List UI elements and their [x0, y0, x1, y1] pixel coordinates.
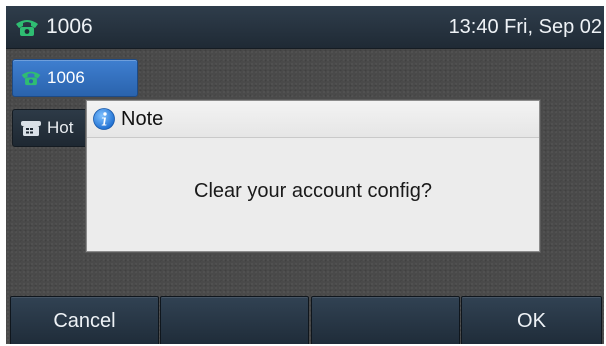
status-bar: 1006 13:40 Fri, Sep 02 [6, 6, 604, 49]
hotline-phone-icon [21, 121, 41, 136]
status-datetime: 13:40 Fri, Sep 02 [448, 16, 602, 38]
softkey-3[interactable] [311, 296, 460, 344]
dialog-message: Clear your account config? [194, 180, 432, 202]
ok-button[interactable]: OK [461, 296, 602, 344]
status-account-number: 1006 [46, 15, 93, 38]
softkey-2[interactable] [160, 296, 309, 344]
info-icon [93, 108, 115, 130]
line-key-label: 1006 [47, 68, 85, 87]
cancel-button[interactable]: Cancel [10, 296, 159, 344]
dialog-title: Note [121, 108, 164, 130]
line-key-label: Hot [47, 118, 74, 137]
phone-handset-icon [21, 71, 41, 86]
dialog-header: Note [87, 101, 539, 138]
note-dialog: Note Clear your account config? [86, 100, 540, 252]
line-key-1006[interactable]: 1006 [12, 59, 138, 97]
phone-screen: 1006 13:40 Fri, Sep 02 1006 Hot Note Cle… [6, 6, 604, 344]
phone-handset-icon [16, 20, 38, 36]
line-key-hotline[interactable]: Hot [12, 109, 90, 147]
